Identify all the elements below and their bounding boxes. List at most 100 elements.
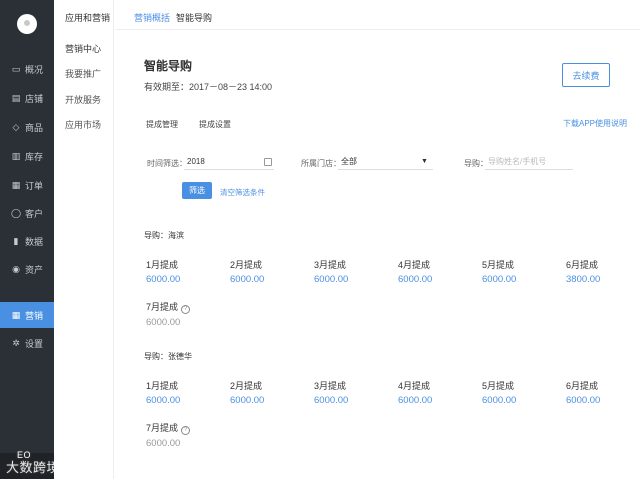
guide-name: 导购：张德华 [144,352,192,361]
user-icon: ◯ [11,208,22,218]
commission-cell: 3月提成 6000.00 [314,379,348,406]
bar-chart-icon: ▮ [13,236,19,246]
commission-value[interactable]: 6000.00 [230,274,264,285]
commission-month-text: 1月提成 [146,260,179,270]
commission-month-text: 5月提成 [482,260,515,270]
commission-month-label: 5月提成 [482,258,516,271]
commission-value[interactable]: 6000.00 [314,274,348,285]
commission-month-label: 1月提成 [146,258,180,271]
commission-month-text: 2月提成 [230,381,263,391]
commission-cell: 6月提成 6000.00 [566,379,600,406]
commission-value[interactable]: 6000.00 [398,395,432,406]
grid-icon: ▦ [11,310,21,320]
main-nav: ▭ 概况 ▤ 店铺 ◇ 商品 ▥ 库存 ▦ 订单 ◯ 客户 ▮ 数据 ◉ 资产 ▦ 营销 ✲ 设置 [0,0,54,479]
nav-item[interactable]: ▥ 库存 [0,143,54,169]
commission-month-label: 7月提成? [146,300,191,314]
nav-item[interactable]: ▭ 概况 [0,56,54,82]
commission-month-text: 5月提成 [482,381,515,391]
nav-item[interactable]: ✲ 设置 [0,330,54,356]
commission-value[interactable]: 6000.00 [398,274,432,285]
commission-month-label: 2月提成 [230,379,264,392]
warehouse-icon: ▥ [11,151,21,161]
commission-value: 6000.00 [146,317,181,328]
subnav-header: 应用和营销 [65,13,111,23]
commission-cell: 2月提成 6000.00 [230,258,264,285]
nav-item[interactable]: ◯ 客户 [0,200,54,226]
nav-item[interactable]: ▦ 营销 [0,302,54,328]
breadcrumb-parent[interactable]: 营销概括 [134,11,170,24]
commission-cell: 2月提成 6000.00 [230,379,264,406]
commission-month-label: 7月提成? [146,421,191,435]
tab-commission-manage[interactable]: 提成管理 [146,119,178,130]
commission-month-text: 7月提成 [146,302,179,312]
time-filter-input[interactable]: 2018 [184,154,274,170]
tab-commission-settings[interactable]: 提成设置 [199,119,231,130]
expire-date: 有效期至：2017－08－23 14:00 [144,82,273,92]
commission-cell: 1月提成 6000.00 [146,379,180,406]
nav-item[interactable]: ◉ 资产 [0,256,54,282]
store-filter-label: 所属门店： [301,159,341,168]
renew-button[interactable]: 去续费 [562,63,610,87]
commission-month-label: 1月提成 [146,379,180,392]
nav-item-label: 设置 [25,338,44,349]
commission-month-label: 6月提成 [566,258,600,271]
watermark: 大数跨境 EO [6,450,61,476]
commission-month-text: 4月提成 [398,381,431,391]
store-icon: ▤ [11,93,21,103]
commission-value[interactable]: 6000.00 [146,395,180,406]
guide-name: 导购：海滨 [144,231,184,240]
top-bar: 营销概括 智能导购 [115,0,640,30]
app-logo[interactable] [17,14,37,34]
page-title: 智能导购 [144,59,193,73]
commission-month-label: 6月提成 [566,379,600,392]
nav-item[interactable]: ▤ 店铺 [0,85,54,111]
chevron-down-icon[interactable]: ▼ [421,158,428,165]
commission-value[interactable]: 3800.00 [566,274,600,285]
commission-cell: 4月提成 6000.00 [398,258,432,285]
commission-value[interactable]: 6000.00 [314,395,348,406]
download-app-link[interactable]: 下载APP [563,118,595,129]
commission-cell: 6月提成 3800.00 [566,258,600,285]
help-icon[interactable]: ? [181,305,191,314]
nav-item[interactable]: ▦ 订单 [0,172,54,198]
watermark-text: 大数跨境 [6,460,61,475]
nav-item-label: 营销 [25,310,44,321]
subnav-item-open-service[interactable]: 开放服务 [65,93,101,106]
nav-item[interactable]: ▮ 数据 [0,228,54,254]
commission-cell: 5月提成 6000.00 [482,379,516,406]
commission-month-text: 2月提成 [230,260,263,270]
commission-value[interactable]: 6000.00 [230,395,264,406]
guide-search-input[interactable]: 导购姓名/手机号 [485,154,573,170]
nav-item-label: 资产 [25,264,44,275]
help-icon[interactable]: ? [181,426,191,435]
nav-item-label: 店铺 [25,93,44,104]
nav-item-label: 客户 [25,208,44,219]
commission-month-text: 7月提成 [146,423,179,433]
nav-item[interactable]: ◇ 商品 [0,114,54,140]
commission-month-text: 6月提成 [566,260,599,270]
commission-month-text: 3月提成 [314,260,347,270]
nav-item-label: 概况 [25,64,44,75]
commission-month-text: 6月提成 [566,381,599,391]
nav-item-label: 库存 [25,151,44,162]
filter-button[interactable]: 筛选 [182,182,212,199]
commission-cell: 1月提成 6000.00 [146,258,180,285]
clear-filters-link[interactable]: 清空筛选条件 [220,187,265,198]
subnav-item-app-market[interactable]: 应用市场 [65,118,101,131]
subnav-item-promote[interactable]: 我要推广 [65,67,101,80]
commission-cell: 3月提成 6000.00 [314,258,348,285]
commission-value[interactable]: 6000.00 [146,274,180,285]
store-select[interactable]: 全部 [338,154,433,170]
instructions-link[interactable]: 使用说明 [595,118,627,129]
commission-value[interactable]: 6000.00 [482,395,516,406]
commission-value[interactable]: 6000.00 [482,274,516,285]
commission-month-text: 1月提成 [146,381,179,391]
commission-month-label: 2月提成 [230,258,264,271]
calendar-icon[interactable] [264,158,272,166]
subnav-item-marketing-center[interactable]: 营销中心 [65,42,101,55]
tag-icon: ◇ [12,122,20,132]
commission-cell: 5月提成 6000.00 [482,258,516,285]
commission-value[interactable]: 6000.00 [566,395,600,406]
watermark-small: EO [17,450,32,460]
commission-month-label: 4月提成 [398,258,432,271]
